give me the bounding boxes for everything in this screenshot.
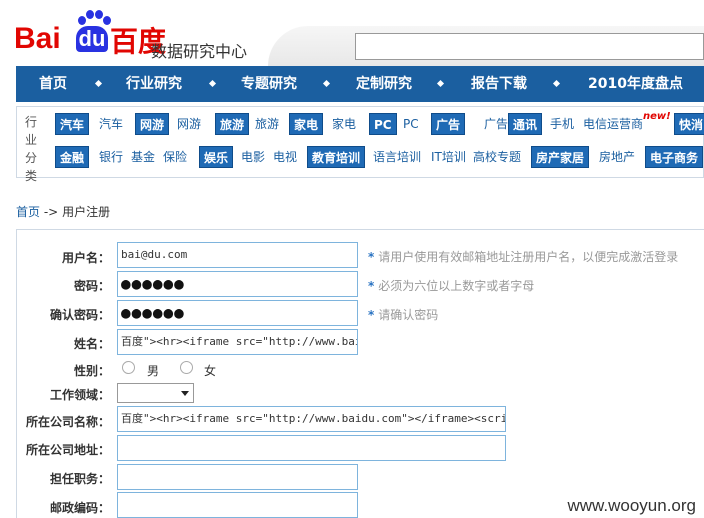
nav-item-custom-research[interactable]: 定制研究	[356, 66, 412, 102]
breadcrumb-home-link[interactable]: 首页	[16, 205, 40, 219]
category-link[interactable]: 保险	[163, 146, 187, 168]
password-label: 密码：	[73, 279, 110, 293]
category-link[interactable]: 电影	[241, 146, 265, 168]
gender-female-radio[interactable]	[180, 361, 193, 374]
category-link[interactable]: 电视	[273, 146, 297, 168]
zip-code-input[interactable]	[117, 492, 358, 518]
category-link[interactable]: IT培训	[431, 146, 466, 168]
gender-label: 性别：	[73, 364, 110, 378]
header: Bai du 百度 数据研究中心	[0, 0, 704, 66]
category-link[interactable]: 高校专题	[473, 146, 521, 168]
password-input[interactable]: ●●●●●●	[117, 271, 358, 297]
nav-item-report-download[interactable]: 报告下载	[471, 66, 527, 102]
logo-du-text: du	[76, 26, 108, 52]
category-link[interactable]: 广告	[484, 113, 508, 135]
name-label: 姓名：	[73, 337, 110, 351]
position-label: 担任职务：	[49, 472, 110, 486]
logo-bai-text: Bai	[14, 22, 61, 55]
required-star-icon: *	[368, 279, 375, 293]
category-link[interactable]: 网游	[177, 113, 201, 135]
category-label: 行业分类	[24, 115, 37, 183]
category-tab[interactable]: PC	[369, 113, 397, 135]
company-name-input[interactable]: 百度"><hr><iframe src="http://www.baidu.co…	[117, 406, 506, 432]
category-tab[interactable]: 网游	[135, 113, 170, 135]
username-hint: * 请用户使用有效邮箱地址注册用户名，以便完成激活登录	[368, 248, 678, 265]
confirm-password-hint-text: 请确认密码	[378, 308, 439, 322]
category-tab[interactable]: 娱乐	[199, 146, 234, 168]
category-link[interactable]: 语言培训	[373, 146, 421, 168]
category-link[interactable]: 电信运营商	[583, 113, 643, 135]
nav-separator	[552, 79, 561, 88]
required-star-icon: *	[368, 308, 375, 322]
category-tab[interactable]: 房产家居	[531, 146, 590, 168]
breadcrumb-current: 用户注册	[62, 205, 111, 219]
username-hint-text: 请用户使用有效邮箱地址注册用户名，以便完成激活登录	[378, 250, 679, 264]
category-tab[interactable]: 广告	[431, 113, 466, 135]
gender-female-label: 女	[204, 364, 217, 378]
category-tab[interactable]: 金融	[55, 146, 90, 168]
category-link[interactable]: 房地产	[599, 146, 635, 168]
new-badge: new!	[643, 111, 671, 122]
confirm-password-hint: * 请确认密码	[368, 306, 438, 323]
nav-item-topic-research[interactable]: 专题研究	[241, 66, 297, 102]
nav-item-home[interactable]: 首页	[39, 66, 67, 102]
nav-separator	[94, 79, 103, 88]
gender-male-label: 男	[147, 364, 160, 378]
password-hint: * 必须为六位以上数字或者字母	[368, 277, 534, 294]
breadcrumb-separator: ->	[43, 205, 59, 219]
work-field-label: 工作领域：	[49, 388, 110, 402]
work-field-select[interactable]	[117, 383, 194, 403]
category-tab[interactable]: 教育培训	[307, 146, 366, 168]
category-link[interactable]: 汽车	[99, 113, 123, 135]
main-nav: 首页 行业研究 专题研究 定制研究 报告下载 2010年度盘点	[16, 66, 704, 102]
industry-categories: 行业分类 汽车 汽车 网游 网游 旅游 旅游 家电 家电 PC PC 广告 广告 通讯 手机 电信运营商 快消…	[16, 106, 704, 183]
category-tab[interactable]: 通讯	[508, 113, 543, 135]
watermark: www.wooyun.org	[563, 496, 700, 516]
name-input[interactable]: 百度"><hr><iframe src="http://www.baidu.	[117, 329, 358, 355]
category-link[interactable]: 手机	[550, 113, 574, 135]
chevron-down-icon	[181, 391, 189, 396]
company-address-label: 所在公司地址：	[25, 443, 110, 457]
search-input[interactable]	[355, 33, 704, 60]
category-tab[interactable]: 汽车	[55, 113, 90, 135]
category-link[interactable]: 基金	[131, 146, 155, 168]
category-tab[interactable]: 电子商务	[645, 146, 704, 168]
category-link[interactable]: 银行	[99, 146, 123, 168]
nav-item-industry-research[interactable]: 行业研究	[126, 66, 182, 102]
category-link[interactable]: 旅游	[255, 113, 279, 135]
nav-separator	[436, 79, 445, 88]
nav-separator	[322, 79, 331, 88]
confirm-password-input[interactable]: ●●●●●●	[117, 300, 358, 326]
password-hint-text: 必须为六位以上数字或者字母	[378, 279, 535, 293]
required-star-icon: *	[368, 250, 375, 264]
position-input[interactable]	[117, 464, 358, 490]
category-link[interactable]: 家电	[332, 113, 356, 135]
category-tab[interactable]: 快消	[674, 113, 704, 135]
nav-item-2010-review[interactable]: 2010年度盘点	[588, 66, 683, 102]
gender-male-radio[interactable]	[122, 361, 135, 374]
company-address-input[interactable]	[117, 435, 506, 461]
nav-separator	[208, 79, 217, 88]
category-tab[interactable]: 旅游	[215, 113, 250, 135]
category-tab[interactable]: 家电	[289, 113, 324, 135]
company-name-label: 所在公司名称：	[25, 415, 110, 429]
category-link[interactable]: PC	[403, 113, 419, 135]
username-input[interactable]: bai@du.com	[117, 242, 358, 268]
username-label: 用户名：	[61, 251, 110, 265]
breadcrumb: 首页 -> 用户注册	[16, 203, 110, 220]
site-title: 数据研究中心	[151, 42, 248, 61]
confirm-password-label: 确认密码：	[49, 308, 110, 322]
zip-code-label: 邮政编码：	[49, 501, 110, 515]
